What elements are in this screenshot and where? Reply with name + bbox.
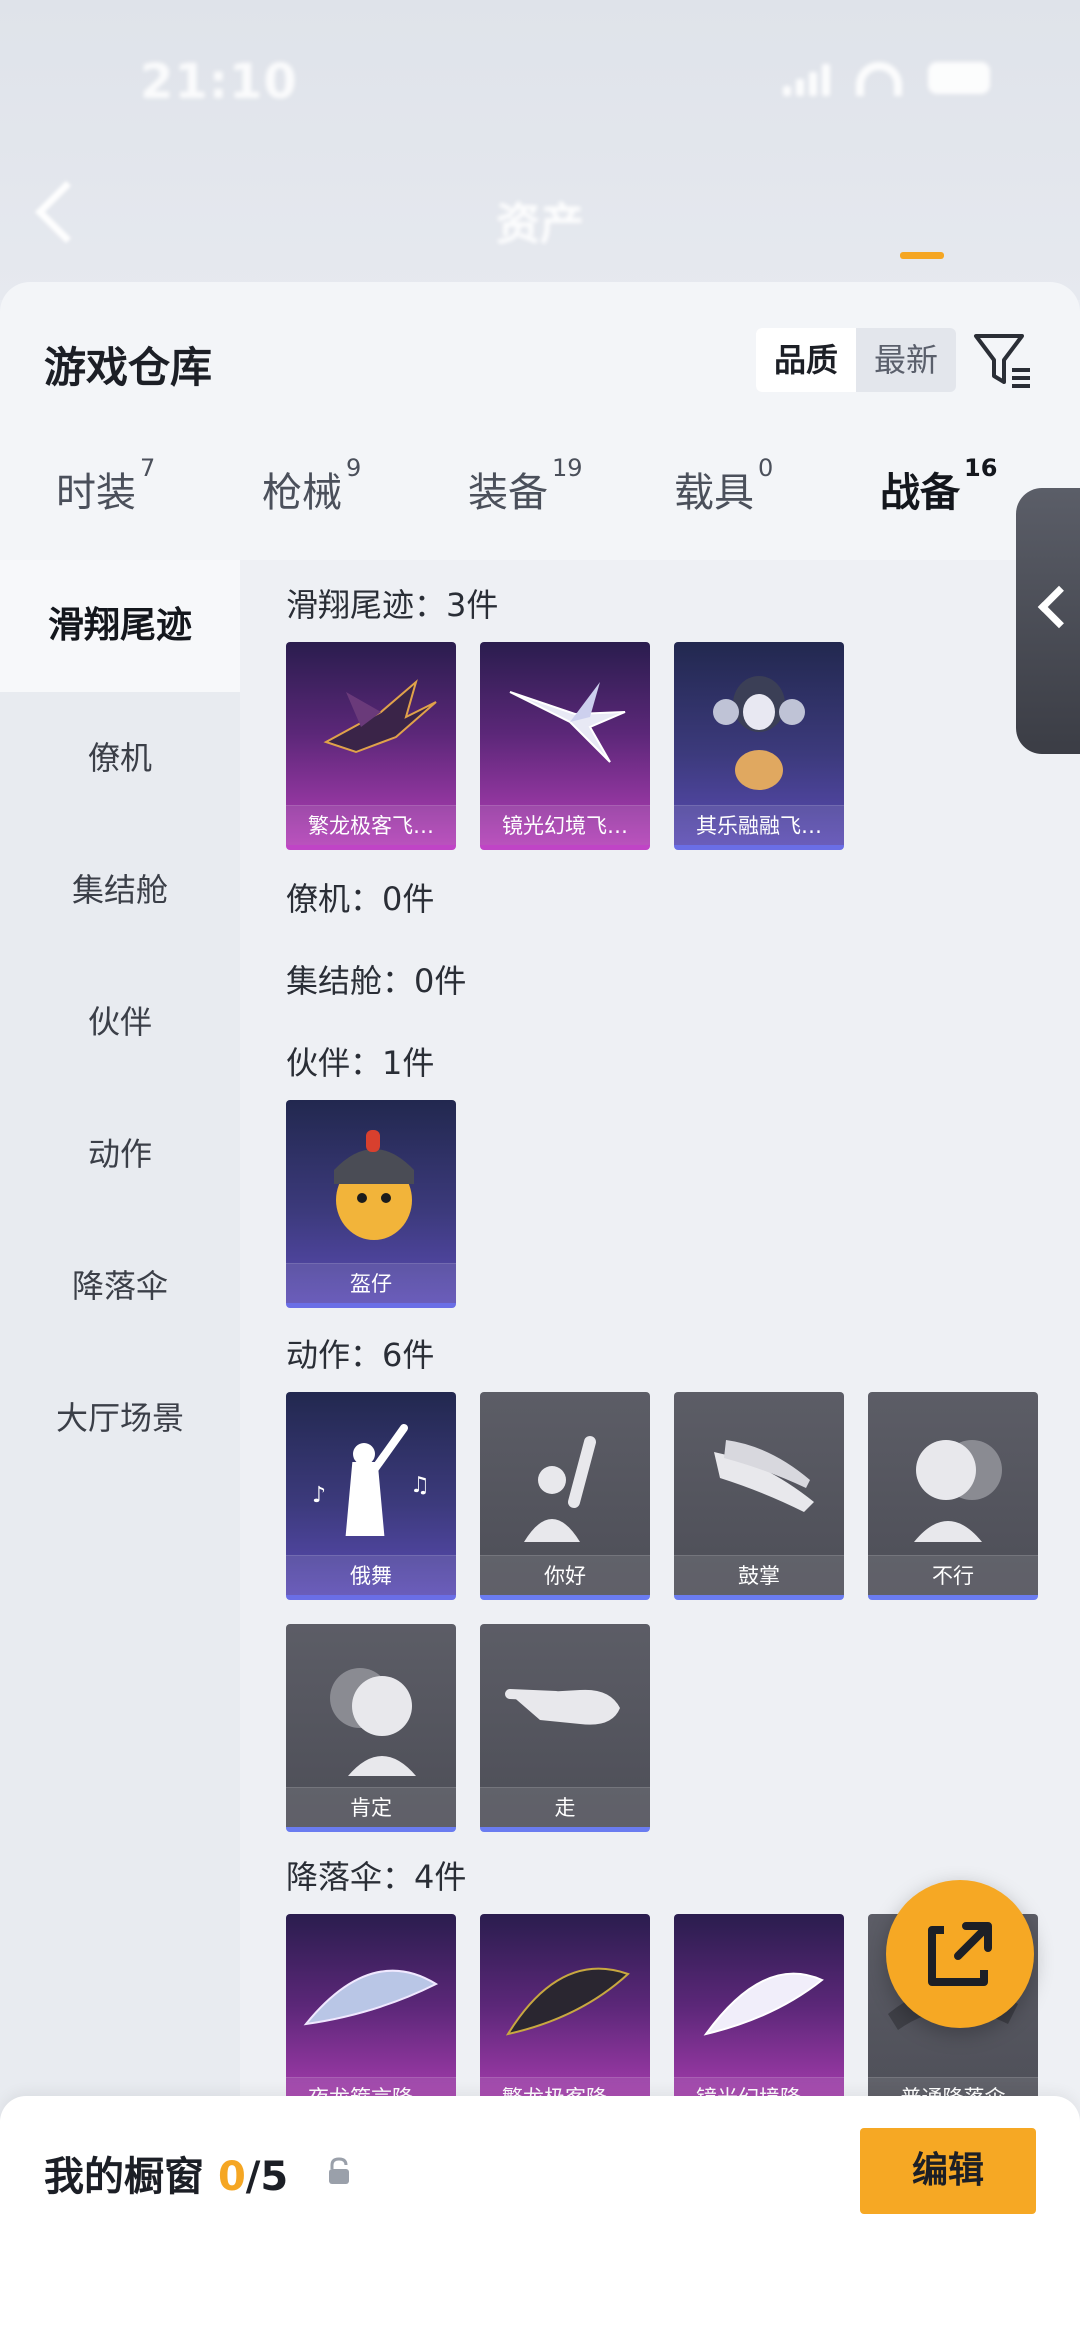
tab-battle-prep[interactable]: 战备16 bbox=[880, 454, 997, 518]
item-label: 不行 bbox=[868, 1555, 1038, 1595]
item-card[interactable]: 走 bbox=[480, 1624, 650, 1832]
item-card[interactable]: 繁龙极客飞… bbox=[286, 642, 456, 850]
sidebar-item-emote[interactable]: 动作 bbox=[0, 1088, 240, 1220]
section-title-partner: 伙伴：1件 bbox=[286, 1044, 435, 1082]
tab-guns[interactable]: 枪械9 bbox=[262, 454, 361, 518]
item-label: 你好 bbox=[480, 1555, 650, 1595]
sidebar-item-glide-trail[interactable]: 滑翔尾迹 bbox=[0, 560, 240, 692]
sidebar-item-rally-pod[interactable]: 集结舱 bbox=[0, 824, 240, 956]
collapse-handle[interactable] bbox=[1016, 488, 1080, 754]
status-bar: 21:10 bbox=[0, 40, 1080, 120]
item-list: 滑翔尾迹：3件 繁龙极客飞… 镜光幻境飞… 其乐融融飞… 僚机：0件 集结舱：0… bbox=[240, 560, 1080, 2341]
item-card[interactable]: 镜光幻境降… bbox=[674, 1914, 844, 2122]
section-title-emote: 动作：6件 bbox=[286, 1336, 435, 1374]
section-title-wingman: 僚机：0件 bbox=[286, 880, 435, 918]
clapping-hands-image bbox=[714, 1440, 814, 1512]
sort-latest-button[interactable]: 最新 bbox=[856, 328, 956, 392]
svg-text:♫: ♫ bbox=[410, 1473, 430, 1498]
section-title-parachute: 降落伞：4件 bbox=[286, 1858, 467, 1896]
chevron-left-icon bbox=[1037, 585, 1080, 629]
item-label: 走 bbox=[480, 1787, 650, 1827]
sort-toggle: 品质 最新 bbox=[756, 328, 957, 392]
head-nod-image bbox=[330, 1668, 416, 1776]
category-tabs: 时装7 枪械9 装备19 载具0 战备16 bbox=[0, 432, 1080, 542]
section-title-glide: 滑翔尾迹：3件 bbox=[286, 586, 499, 624]
item-label: 鼓掌 bbox=[674, 1555, 844, 1595]
title-bar: 资产 bbox=[0, 180, 1080, 260]
svg-text:♪: ♪ bbox=[312, 1483, 326, 1508]
sidebar-item-partner[interactable]: 伙伴 bbox=[0, 956, 240, 1088]
battery-icon bbox=[928, 62, 990, 94]
penguin-glider-image bbox=[713, 676, 805, 790]
tab-vehicles[interactable]: 载具0 bbox=[674, 454, 773, 518]
tab-fashion[interactable]: 时装7 bbox=[56, 454, 155, 518]
signal-icon bbox=[783, 62, 830, 96]
item-card[interactable]: 夜龙箍言降… bbox=[286, 1914, 456, 2122]
item-card[interactable]: 繁龙极客降… bbox=[480, 1914, 650, 2122]
item-label: 镜光幻境飞… bbox=[480, 805, 650, 845]
item-card[interactable]: 盔仔 bbox=[286, 1100, 456, 1308]
sheet-header: 游戏仓库 品质 最新 bbox=[0, 282, 1080, 432]
item-label: 盔仔 bbox=[286, 1263, 456, 1303]
item-label: 肯定 bbox=[286, 1787, 456, 1827]
share-button[interactable] bbox=[886, 1880, 1034, 2028]
parachute-image bbox=[505, 1967, 630, 2036]
lock-icon bbox=[329, 2157, 349, 2184]
sidebar-item-wingman[interactable]: 僚机 bbox=[0, 692, 240, 824]
page-title: 资产 bbox=[496, 199, 584, 250]
head-shake-image bbox=[914, 1440, 1002, 1542]
parachute-image bbox=[303, 1969, 439, 2026]
crystal-glider-image bbox=[509, 682, 626, 763]
item-card[interactable]: 镜光幻境飞… bbox=[480, 642, 650, 850]
parachute-image bbox=[703, 1972, 824, 2036]
sidebar-item-parachute[interactable]: 降落伞 bbox=[0, 1220, 240, 1352]
dragon-glider-image bbox=[323, 679, 437, 754]
share-icon bbox=[928, 1922, 992, 1986]
dancer-figure-image: ♪ ♫ bbox=[312, 1424, 430, 1536]
item-label: 俄舞 bbox=[286, 1555, 456, 1595]
item-card[interactable]: ♪ ♫ 俄舞 bbox=[286, 1392, 456, 1600]
waving-figure-image bbox=[524, 1436, 596, 1542]
edit-button[interactable]: 编辑 bbox=[860, 2128, 1036, 2214]
item-card[interactable]: 肯定 bbox=[286, 1624, 456, 1832]
sort-quality-button[interactable]: 品质 bbox=[756, 328, 857, 392]
pointing-hand-image bbox=[505, 1689, 620, 1725]
item-card[interactable]: 鼓掌 bbox=[674, 1392, 844, 1600]
filter-icon[interactable] bbox=[972, 330, 1034, 392]
item-label: 其乐融融飞… bbox=[674, 805, 844, 845]
bottom-bar: 我的橱窗 0/5 编辑 bbox=[0, 2096, 1080, 2341]
category-sidebar: 滑翔尾迹 僚机 集结舱 伙伴 动作 降落伞 大厅场景 bbox=[0, 560, 240, 2341]
sheet-title: 游戏仓库 bbox=[44, 343, 213, 392]
helmet-chick-image bbox=[334, 1130, 414, 1240]
item-label: 繁龙极客飞… bbox=[286, 805, 456, 845]
item-card[interactable]: 不行 bbox=[868, 1392, 1038, 1600]
section-title-rally-pod: 集结舱：0件 bbox=[286, 962, 467, 1000]
status-icons bbox=[783, 62, 990, 96]
status-time: 21:10 bbox=[140, 54, 298, 110]
item-card[interactable]: 其乐融融飞… bbox=[674, 642, 844, 850]
item-card[interactable]: 你好 bbox=[480, 1392, 650, 1600]
showcase-label: 我的橱窗 0/5 bbox=[44, 2154, 289, 2200]
tab-gear[interactable]: 装备19 bbox=[468, 454, 583, 518]
active-tab-indicator bbox=[900, 252, 944, 259]
sidebar-item-lobby-scene[interactable]: 大厅场景 bbox=[0, 1352, 240, 1484]
wifi-icon bbox=[856, 62, 902, 96]
